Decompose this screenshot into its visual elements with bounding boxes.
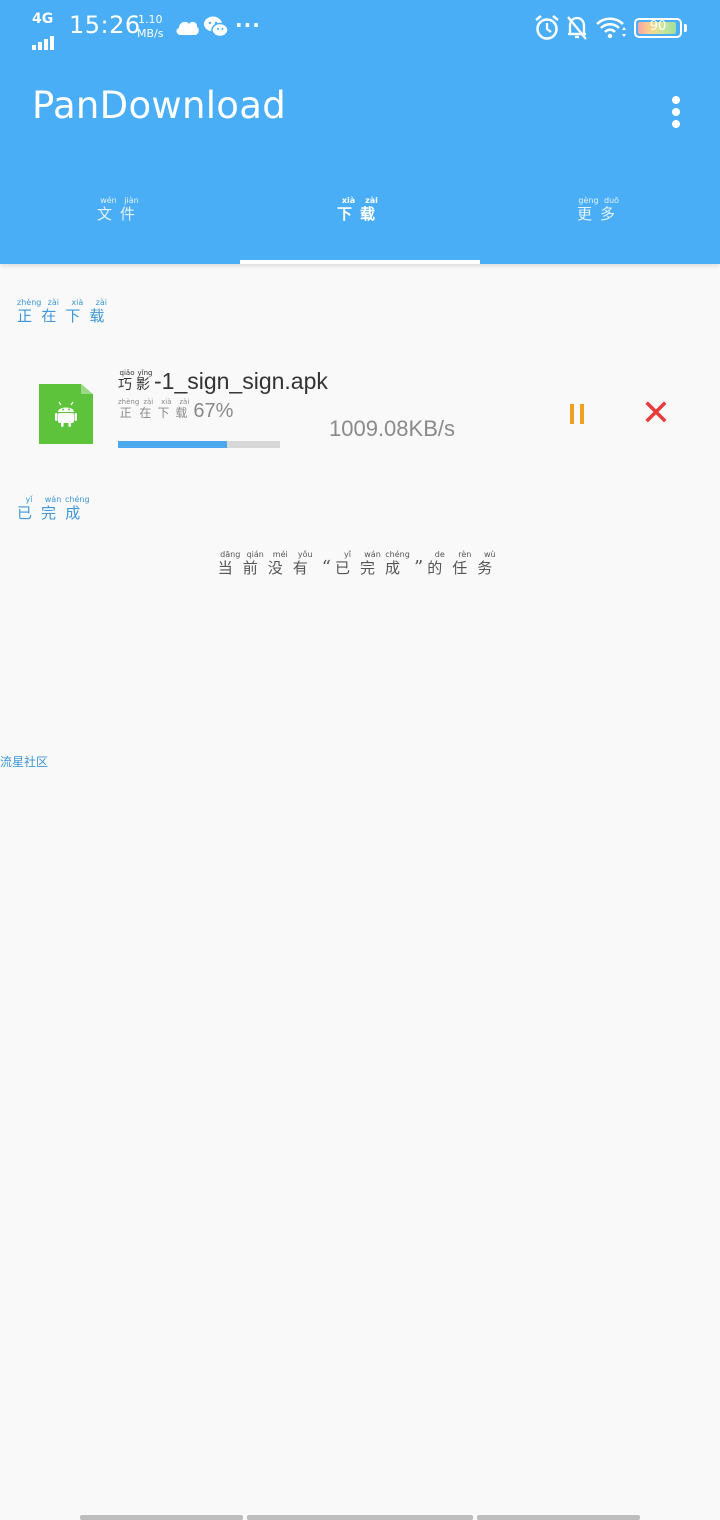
- downloading-heading-char: 下xià: [65, 298, 90, 325]
- file-name-prefix-char: 巧qiǎo: [118, 369, 136, 393]
- pause-icon: [570, 404, 574, 424]
- download-status: 正zhèng在zài下xià载zài 67%: [118, 398, 233, 423]
- download-status-label: 正zhèng在zài下xià载zài: [118, 398, 194, 422]
- app-bar: 4G 15:26 1.10 MB/s ··· 90 PanDownload 文w…: [0, 0, 720, 264]
- tab-downloads-label: 下xià载zài: [336, 196, 384, 223]
- empty-msg-part1-char: 有yǒu: [292, 550, 318, 577]
- file-name-prefix-char: 影yǐng: [136, 369, 154, 393]
- empty-msg-part1-char: 前qián: [242, 550, 268, 577]
- battery-level: 90: [649, 19, 667, 34]
- network-speed-unit: MB/s: [137, 27, 164, 40]
- empty-msg-part2: 的de任rèn务wù: [427, 550, 503, 577]
- tab-more-label: 更gèng多duō: [576, 196, 624, 223]
- empty-msg-quoted: 已yǐ完wán成chéng: [334, 550, 411, 577]
- file-name-suffix: -1_sign_sign.apk: [154, 368, 328, 394]
- close-icon: ✕: [640, 393, 672, 434]
- tab-indicator: [240, 260, 480, 264]
- overflow-menu-button[interactable]: [660, 90, 692, 134]
- tab-more[interactable]: 更gèng多duō: [480, 190, 720, 264]
- close-quote: ”: [414, 557, 424, 578]
- downloading-heading: 正zhèng在zài下xià载zài: [17, 298, 113, 326]
- tab-files[interactable]: 文wén件jiàn: [0, 190, 240, 264]
- tab-more-label-char: 多duō: [600, 196, 624, 223]
- tab-files-label-char: 文wén: [96, 196, 120, 223]
- status-bar: 4G 15:26 1.10 MB/s ··· 90: [0, 0, 720, 56]
- download-progress-bar: [118, 441, 280, 448]
- downloading-heading-char: 正zhèng: [17, 298, 42, 325]
- completed-heading-char: 成chéng: [65, 495, 90, 522]
- tab-bar: 文wén件jiàn 下xià载zài 更gèng多duō: [0, 190, 720, 264]
- tab-downloads-label-char: 载zài: [360, 196, 384, 223]
- empty-msg-part1-char: 当dāng: [217, 550, 243, 577]
- completed-heading: 已yǐ完wán成chéng: [17, 495, 90, 523]
- pause-button[interactable]: [560, 396, 594, 432]
- download-status-label-char: 在zài: [139, 398, 158, 420]
- cancel-download-button[interactable]: ✕: [636, 394, 676, 434]
- tab-downloads[interactable]: 下xià载zài: [240, 190, 480, 264]
- app-title: PanDownload: [32, 84, 286, 127]
- nav-handle-left[interactable]: [80, 1515, 243, 1520]
- cloud-weather-icon: [176, 21, 199, 35]
- completed-heading-char: 完wán: [41, 495, 66, 522]
- open-quote: “: [321, 557, 331, 578]
- empty-completed-message: 当dāng前qián没méi有yǒu“ 已yǐ完wán成chéng” 的de任rèn…: [0, 550, 720, 578]
- more-notifications-icon: ···: [235, 13, 261, 37]
- cellular-signal-icon: 4G: [31, 11, 55, 50]
- network-speed: 1.10 MB/s: [137, 13, 163, 41]
- empty-msg-quoted-char: 完wán: [360, 550, 386, 577]
- battery-tip: [684, 24, 687, 32]
- tab-files-label: 文wén件jiàn: [96, 196, 144, 223]
- nav-handle-center[interactable]: [247, 1515, 473, 1520]
- download-percent: 67%: [193, 400, 234, 422]
- tab-files-label-char: 件jiàn: [120, 196, 144, 223]
- download-status-label-char: 正zhèng: [118, 398, 140, 420]
- battery-icon: 90: [634, 18, 682, 38]
- empty-msg-part2-char: 的de: [427, 550, 453, 577]
- bell-muted-icon: [567, 16, 587, 40]
- network-type: 4G: [32, 11, 54, 27]
- tab-more-label-char: 更gèng: [576, 196, 600, 223]
- file-name-prefix: 巧qiǎo影yǐng: [118, 368, 154, 394]
- download-file-name: 巧qiǎo影yǐng -1_sign_sign.apk: [118, 368, 328, 395]
- download-status-label-char: 载zài: [175, 398, 194, 420]
- downloading-heading-char: 在zài: [41, 298, 66, 325]
- empty-msg-quoted-char: 已yǐ: [334, 550, 360, 577]
- empty-msg-part1-char: 没méi: [267, 550, 293, 577]
- clock: 15:26: [69, 11, 141, 39]
- completed-heading-char: 已yǐ: [17, 495, 42, 522]
- empty-msg-part2-char: 任rèn: [452, 550, 478, 577]
- tab-downloads-label-char: 下xià: [336, 196, 360, 223]
- network-speed-value: 1.10: [137, 13, 163, 26]
- nav-handle-right[interactable]: [477, 1515, 640, 1520]
- android-apk-icon: [39, 384, 93, 444]
- wifi-icon: [596, 17, 626, 39]
- download-status-label-char: 下xià: [157, 398, 176, 420]
- downloading-heading-char: 载zài: [89, 298, 114, 325]
- empty-msg-quoted-char: 成chéng: [385, 550, 411, 577]
- download-speed: 1009.08KB/s: [329, 416, 455, 441]
- empty-msg-part2-char: 务wù: [477, 550, 503, 577]
- wechat-icon: [204, 16, 229, 38]
- download-progress-fill: [118, 441, 227, 448]
- community-link[interactable]: 流星社区: [0, 753, 48, 770]
- empty-msg-part1: 当dāng前qián没méi有yǒu: [217, 550, 318, 577]
- alarm-icon: [535, 15, 559, 40]
